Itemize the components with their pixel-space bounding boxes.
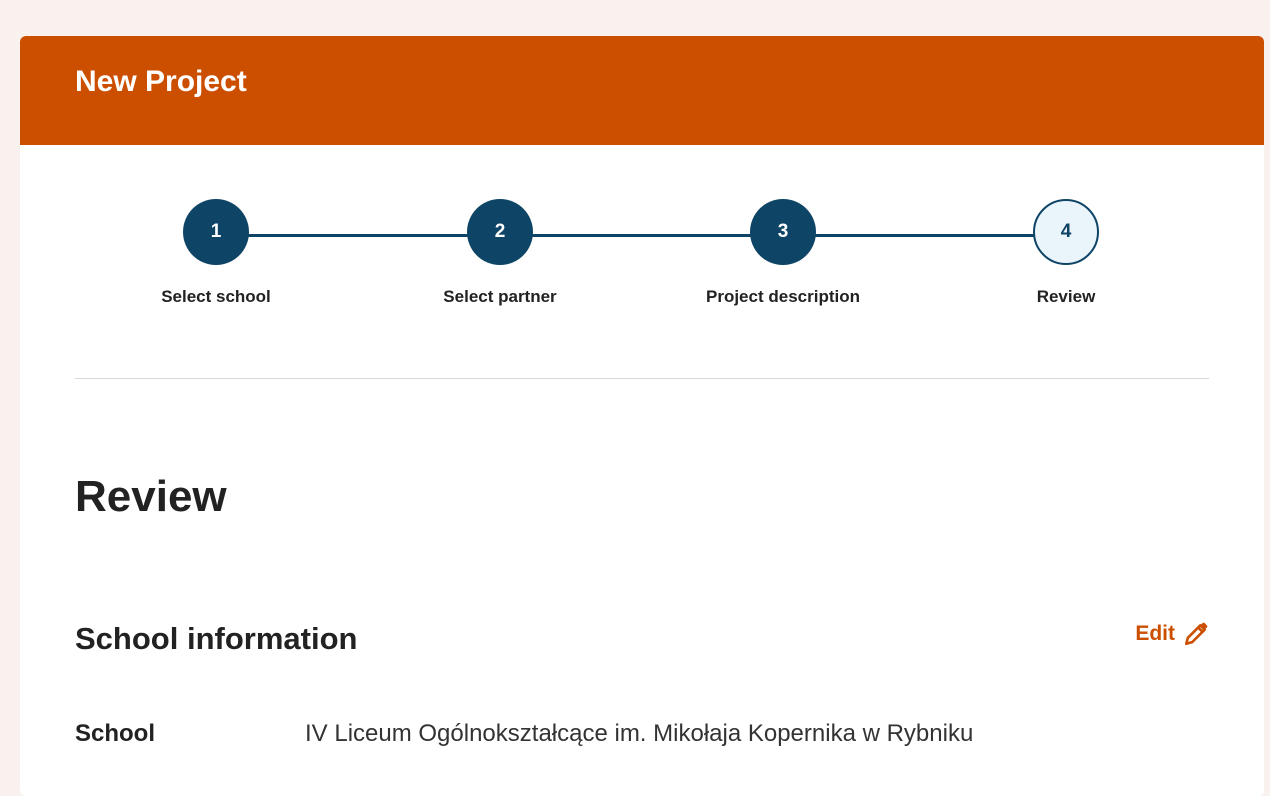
- step-number-badge: 2: [467, 199, 533, 265]
- step-select-school[interactable]: 1 Select school: [116, 199, 316, 307]
- new-project-card: New Project 1 Select school 2 Select par…: [20, 36, 1264, 796]
- section-divider: [75, 378, 1209, 379]
- stepper-connector-line: [216, 234, 1066, 237]
- edit-school-link[interactable]: Edit: [1135, 621, 1209, 647]
- step-review: 4 Review: [966, 199, 1166, 307]
- page-title: New Project: [75, 64, 247, 98]
- step-label: Project description: [706, 287, 860, 306]
- step-label: Select school: [161, 287, 271, 306]
- step-project-description[interactable]: 3 Project description: [683, 199, 883, 307]
- review-heading: Review: [75, 472, 227, 521]
- card-header: New Project: [20, 36, 1264, 145]
- edit-label: Edit: [1135, 622, 1175, 645]
- progress-stepper: 1 Select school 2 Select partner 3 Proje…: [20, 145, 1264, 377]
- pencil-icon: [1184, 622, 1208, 646]
- step-number-badge-current: 4: [1033, 199, 1099, 265]
- step-label: Select partner: [443, 287, 557, 306]
- step-label: Review: [1036, 287, 1096, 306]
- school-value: IV Liceum Ogólnokształcące im. Mikołaja …: [305, 720, 974, 747]
- step-number-badge: 3: [750, 199, 816, 265]
- school-information-heading: School information: [75, 621, 358, 656]
- school-label: School: [75, 720, 156, 747]
- school-info-row: School IV Liceum Ogólnokształcące im. Mi…: [75, 720, 973, 748]
- step-select-partner[interactable]: 2 Select partner: [400, 199, 600, 307]
- step-number-badge: 1: [183, 199, 249, 265]
